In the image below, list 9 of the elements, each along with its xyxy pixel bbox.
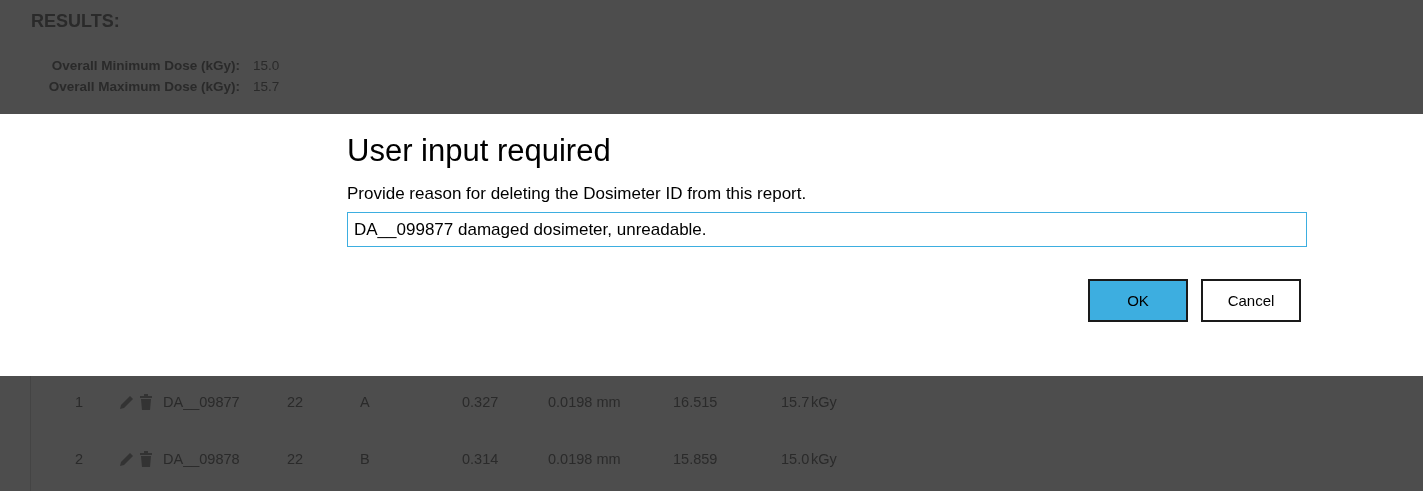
dialog-title: User input required [347, 132, 612, 170]
pencil-icon[interactable] [118, 450, 136, 468]
trash-icon[interactable] [138, 393, 154, 411]
reason-input-field[interactable]: DA__099877 damaged dosimeter, unreadable. [347, 212, 1307, 247]
pencil-icon[interactable] [118, 393, 136, 411]
ok-button[interactable]: OK [1088, 279, 1188, 322]
trash-icon[interactable] [138, 450, 154, 468]
dialog-message: Provide reason for deleting the Dosimeter ID from this report. [347, 184, 808, 204]
cancel-button[interactable]: Cancel [1201, 279, 1301, 322]
